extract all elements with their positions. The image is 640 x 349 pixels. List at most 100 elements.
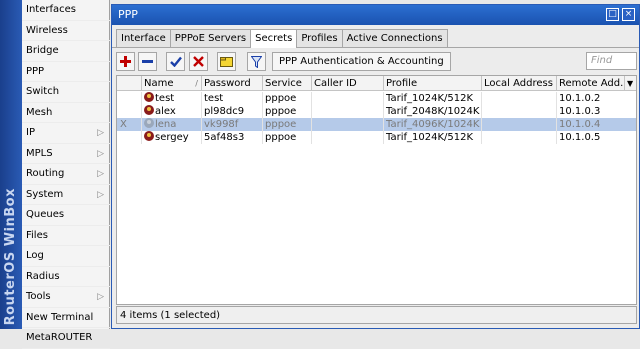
menu-item-wireless[interactable]: Wireless: [22, 21, 110, 41]
menu-item-label: IP: [26, 127, 35, 138]
table-row-selected[interactable]: X lena vk998f pppoe Tarif_4096K/1024K 10…: [117, 118, 636, 131]
brand-strip: RouterOS WinBox: [0, 0, 22, 329]
menu-item-mesh[interactable]: Mesh: [22, 103, 110, 123]
disable-button[interactable]: [189, 52, 208, 71]
menu-item-ip[interactable]: IP ▷: [22, 123, 110, 144]
menu-item-label: Interfaces: [26, 4, 76, 15]
menu-item-label: New Terminal: [26, 311, 94, 323]
cell-name-text: sergey: [155, 132, 189, 143]
menu-item-label: Tools: [26, 291, 51, 302]
window-title: PPP: [118, 8, 138, 21]
menu-item-label: PPP: [26, 65, 45, 77]
cell-profile: Tarif_1024K/512K: [384, 92, 482, 105]
menu-item-files[interactable]: Files: [22, 226, 110, 246]
menu-item-label: Routing: [26, 168, 65, 179]
tab-pppoe-servers[interactable]: PPPoE Servers: [169, 29, 252, 47]
menu-list: Interfaces Wireless Bridge PPP Switch Me…: [22, 0, 110, 349]
cell-name: alex: [142, 105, 202, 118]
window-titlebar[interactable]: PPP □ ×: [112, 5, 639, 25]
cell-password: test: [202, 92, 263, 105]
submenu-arrow-icon: ▷: [97, 169, 104, 179]
comment-button[interactable]: [217, 52, 236, 71]
cell-name: test: [142, 92, 202, 105]
column-header-profile[interactable]: Profile: [384, 76, 482, 91]
remove-button[interactable]: [138, 52, 157, 71]
filter-icon: [251, 55, 262, 68]
menu-item-label: MetaROUTER: [26, 332, 93, 343]
menu-item-system[interactable]: System ▷: [22, 185, 110, 205]
tab-profiles[interactable]: Profiles: [296, 29, 343, 47]
user-icon: [144, 105, 154, 115]
tab-interface[interactable]: Interface: [116, 29, 171, 47]
column-header-remote-address[interactable]: Remote Add...: [557, 76, 625, 91]
cell-profile: Tarif_2048K/1024K: [384, 105, 482, 118]
row-flag: X: [117, 118, 142, 131]
menu-item-interfaces[interactable]: Interfaces: [22, 0, 110, 21]
close-button[interactable]: ×: [622, 8, 635, 21]
column-header-service[interactable]: Service: [263, 76, 312, 91]
cell-local-address: [482, 92, 557, 105]
toolbar: PPP Authentication & Accounting Find: [116, 52, 637, 74]
ppp-auth-accounting-button[interactable]: PPP Authentication & Accounting: [272, 52, 451, 71]
cell-service: pppoe: [263, 118, 312, 131]
cell-name-text: test: [155, 93, 175, 104]
menu-item-radius[interactable]: Radius: [22, 267, 110, 287]
menu-item-label: Wireless: [26, 24, 68, 36]
cell-password: pl98dc9: [202, 105, 263, 118]
cell-profile: Tarif_1024K/512K: [384, 131, 482, 144]
menu-item-label: Queues: [26, 209, 65, 220]
menu-item-log[interactable]: Log: [22, 246, 110, 267]
brand-strip-text: RouterOS WinBox: [3, 187, 18, 325]
tab-secrets[interactable]: Secrets: [250, 29, 298, 48]
menu-item-metarouter[interactable]: MetaROUTER: [22, 328, 110, 349]
menu-item-switch[interactable]: Switch: [22, 82, 110, 103]
menu-item-routing[interactable]: Routing ▷: [22, 164, 110, 185]
menu-item-mpls[interactable]: MPLS ▷: [22, 144, 110, 164]
cell-caller-id: [312, 92, 384, 105]
column-header-caller-id[interactable]: Caller ID: [312, 76, 384, 91]
column-header-password[interactable]: Password: [202, 76, 263, 91]
submenu-arrow-icon: ▷: [97, 148, 104, 159]
tab-strip: Interface PPPoE Servers Secrets Profiles…: [116, 29, 448, 48]
menu-item-tools[interactable]: Tools ▷: [22, 287, 110, 308]
menu-item-label: Radius: [26, 270, 60, 282]
add-button[interactable]: [116, 52, 135, 71]
table-row[interactable]: test test pppoe Tarif_1024K/512K 10.1.0.…: [117, 92, 636, 105]
row-flag: [117, 105, 142, 118]
table-row[interactable]: sergey 5af48s3 pppoe Tarif_1024K/512K 10…: [117, 131, 636, 144]
menu-item-label: Files: [26, 229, 48, 241]
row-flag: [117, 92, 142, 105]
cell-service: pppoe: [263, 92, 312, 105]
column-header-local-address[interactable]: Local Address: [482, 76, 557, 91]
column-menu-button[interactable]: ▼: [625, 76, 636, 91]
tab-divider: [112, 47, 639, 48]
minus-icon: [142, 60, 153, 63]
cell-name: lena: [142, 118, 202, 131]
menu-item-label: Bridge: [26, 45, 59, 56]
filter-button[interactable]: [247, 52, 266, 71]
menu-item-queues[interactable]: Queues: [22, 205, 110, 226]
maximize-button[interactable]: □: [606, 8, 619, 21]
cell-name-text: alex: [155, 106, 176, 117]
enable-button[interactable]: [166, 52, 185, 71]
column-header-name[interactable]: Name /: [142, 76, 202, 91]
cell-password: vk998f: [202, 118, 263, 131]
flag-column-header: [117, 76, 142, 91]
status-bar: 4 items (1 selected): [116, 306, 637, 324]
cell-remote-address: 10.1.0.2: [559, 93, 601, 104]
user-icon: [144, 92, 154, 102]
dropdown-icon: ▼: [627, 79, 634, 88]
menu-item-ppp[interactable]: PPP: [22, 62, 110, 82]
cell-remote-address: 10.1.0.4: [559, 119, 601, 130]
tab-active-connections[interactable]: Active Connections: [341, 29, 448, 47]
ppp-window: PPP □ × Interface PPPoE Servers Secrets …: [111, 4, 640, 329]
menu-item-bridge[interactable]: Bridge: [22, 41, 110, 62]
find-input[interactable]: Find: [586, 52, 637, 70]
cell-caller-id: [312, 105, 384, 118]
cell-local-address: [482, 105, 557, 118]
menu-item-new-terminal[interactable]: New Terminal: [22, 308, 110, 328]
table-row[interactable]: alex pl98dc9 pppoe Tarif_2048K/1024K 10.…: [117, 105, 636, 118]
submenu-arrow-icon: ▷: [97, 292, 104, 302]
left-menu: RouterOS WinBox Interfaces Wireless Brid…: [0, 0, 110, 349]
secrets-table: Name / Password Service Caller ID Profile…: [116, 75, 637, 305]
